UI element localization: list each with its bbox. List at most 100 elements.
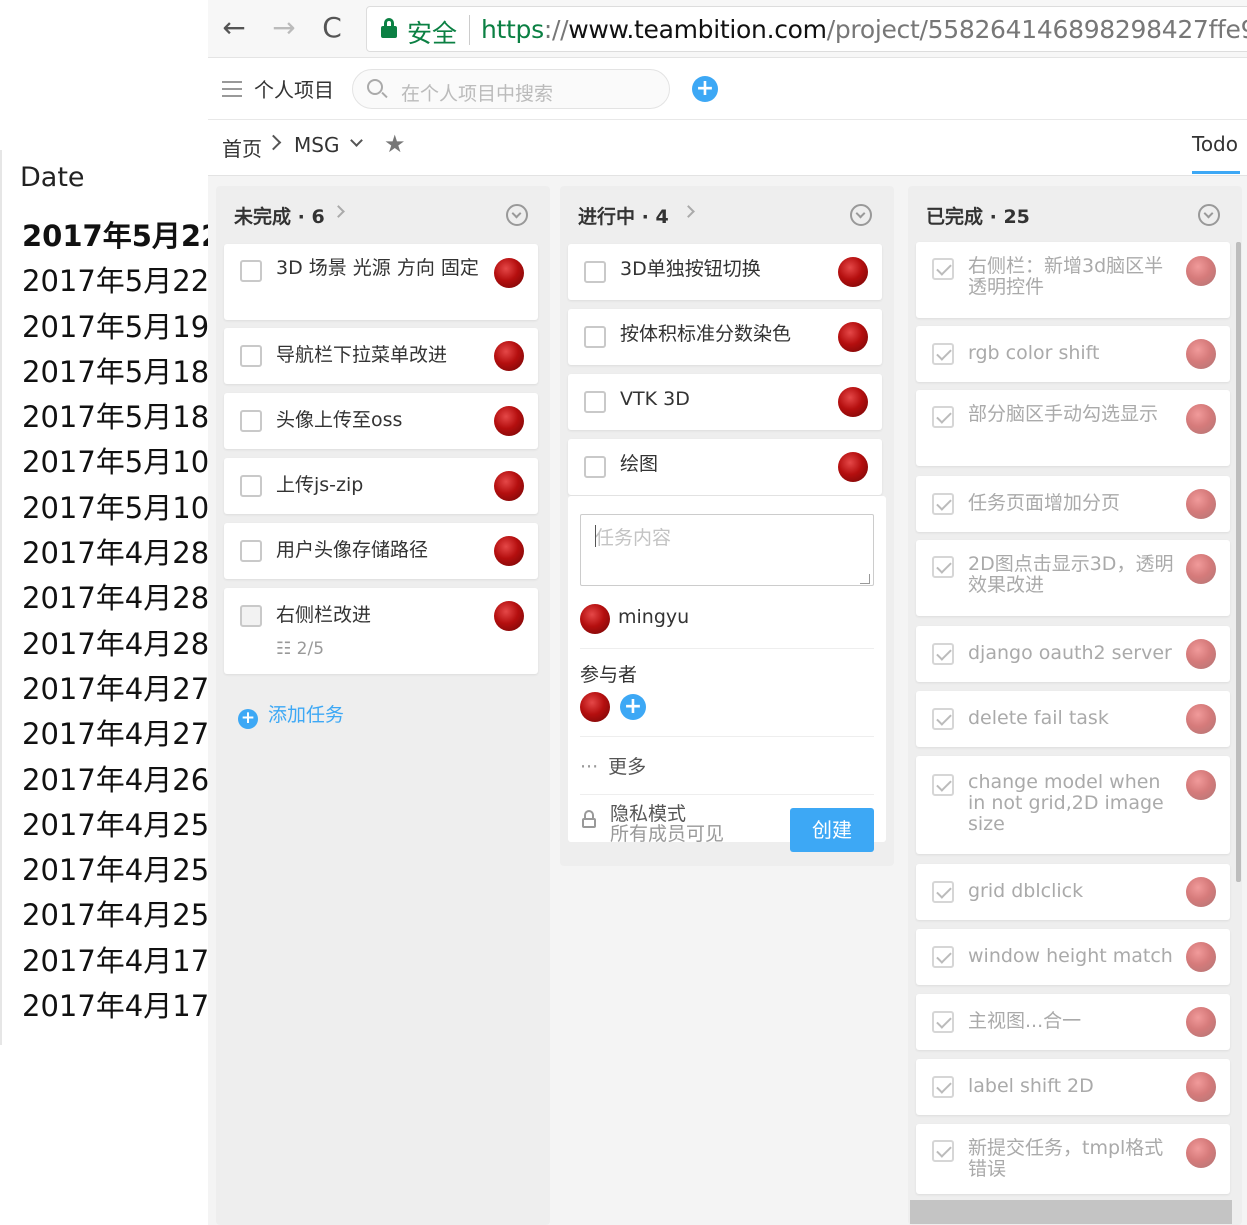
avatar[interactable] <box>494 341 524 371</box>
task-checkbox[interactable] <box>240 540 262 562</box>
vertical-scrollbar[interactable] <box>1236 242 1241 882</box>
task-card[interactable]: 3D 场景 光源 方向 固定 <box>224 244 538 320</box>
date-item[interactable]: 2017年5月10日 <box>22 440 212 485</box>
task-checkbox[interactable] <box>932 1011 954 1033</box>
avatar[interactable] <box>494 536 524 566</box>
avatar[interactable] <box>494 601 524 631</box>
task-card[interactable]: delete fail task <box>916 691 1230 747</box>
task-checkbox[interactable] <box>932 946 954 968</box>
date-item[interactable]: 2017年5月19日 <box>22 305 212 350</box>
create-button[interactable]: 创建 <box>790 808 874 852</box>
column-menu-icon[interactable] <box>506 204 528 226</box>
avatar[interactable] <box>1186 554 1216 584</box>
avatar[interactable] <box>1186 639 1216 669</box>
task-checkbox[interactable] <box>932 1140 954 1162</box>
forward-icon[interactable]: → <box>266 8 302 48</box>
reload-icon[interactable]: C <box>314 8 350 48</box>
date-item[interactable]: 2017年4月28日 <box>22 622 212 667</box>
search-box[interactable]: 在个人项目中搜索 <box>352 69 670 109</box>
task-checkbox[interactable] <box>584 326 606 348</box>
date-item[interactable]: 2017年4月17日 <box>22 984 212 1029</box>
avatar[interactable] <box>1186 942 1216 972</box>
menu-icon[interactable] <box>222 81 242 97</box>
column-menu-icon[interactable] <box>1198 204 1220 226</box>
task-card[interactable]: django oauth2 server <box>916 626 1230 682</box>
date-item[interactable]: 2017年5月22 <box>22 214 212 259</box>
add-button[interactable]: + <box>692 76 718 102</box>
date-item[interactable]: 2017年4月27日 <box>22 712 212 757</box>
task-card[interactable]: change model when in not grid,2D image s… <box>916 756 1230 854</box>
task-card[interactable]: 绘图 <box>568 439 882 495</box>
task-card[interactable]: window height match <box>916 929 1230 985</box>
date-item[interactable]: 2017年4月25日 <box>22 803 212 848</box>
avatar[interactable] <box>838 322 868 352</box>
task-card[interactable]: 部分脑区手动勾选显示 <box>916 390 1230 466</box>
task-checkbox[interactable] <box>932 643 954 665</box>
chevron-right-icon[interactable] <box>682 205 695 218</box>
avatar[interactable] <box>838 387 868 417</box>
task-card[interactable]: 右侧栏改进 ☷ 2/5 <box>224 588 538 674</box>
avatar[interactable] <box>494 471 524 501</box>
task-checkbox[interactable] <box>932 258 954 280</box>
back-icon[interactable]: ← <box>216 8 252 48</box>
date-item[interactable]: 2017年4月26日 <box>22 758 212 803</box>
task-checkbox[interactable] <box>584 391 606 413</box>
url-field[interactable]: 安全 https://www.teambition.com/project/55… <box>366 6 1247 52</box>
avatar[interactable] <box>1186 877 1216 907</box>
date-item[interactable]: 2017年5月18日 <box>22 395 212 440</box>
task-checkbox[interactable] <box>932 774 954 796</box>
more-options-button[interactable]: ··· 更多 <box>580 752 646 779</box>
date-item[interactable]: 2017年5月10日 <box>22 486 212 531</box>
breadcrumb-home[interactable]: 首页 <box>222 133 262 162</box>
executor-name[interactable]: mingyu <box>618 606 689 628</box>
participant-avatar[interactable] <box>580 692 610 722</box>
chevron-right-icon[interactable] <box>332 205 345 218</box>
avatar[interactable] <box>838 452 868 482</box>
avatar[interactable] <box>1186 404 1216 434</box>
lock-icon[interactable] <box>582 810 596 828</box>
privacy-mode-label[interactable]: 隐私模式 <box>610 804 686 824</box>
date-item[interactable]: 2017年4月17日 <box>22 939 212 984</box>
avatar[interactable] <box>494 258 524 288</box>
task-card[interactable]: 上传js-zip <box>224 458 538 514</box>
task-card[interactable]: 2D图点击显示3D，透明效果改进 <box>916 540 1230 616</box>
avatar[interactable] <box>1186 770 1216 800</box>
avatar[interactable] <box>1186 489 1216 519</box>
task-card[interactable]: 用户头像存储路径 <box>224 523 538 579</box>
tab-todo[interactable]: Todo <box>1192 132 1238 156</box>
horizontal-scrollbar[interactable] <box>910 1200 1232 1224</box>
date-item[interactable]: 2017年4月28日 <box>22 576 212 621</box>
task-checkbox[interactable] <box>932 556 954 578</box>
task-checkbox[interactable] <box>932 406 954 428</box>
breadcrumb-project[interactable]: MSG <box>294 133 339 157</box>
task-checkbox[interactable] <box>240 260 262 282</box>
date-item[interactable]: 2017年4月27日 <box>22 667 212 712</box>
star-icon[interactable]: ★ <box>384 130 406 158</box>
task-card[interactable]: label shift 2D <box>916 1059 1230 1115</box>
task-card[interactable]: 头像上传至oss <box>224 393 538 449</box>
task-card[interactable]: 3D单独按钮切换 <box>568 244 882 300</box>
column-menu-icon[interactable] <box>850 204 872 226</box>
column-title[interactable]: 未完成 · 6 <box>234 202 325 229</box>
task-card[interactable]: 按体积标准分数染色 <box>568 309 882 365</box>
app-title[interactable]: 个人项目 <box>254 74 334 103</box>
add-participant-button[interactable]: + <box>620 694 646 720</box>
task-checkbox[interactable] <box>584 261 606 283</box>
avatar[interactable] <box>838 257 868 287</box>
task-checkbox[interactable] <box>932 708 954 730</box>
task-card[interactable]: 导航栏下拉菜单改进 <box>224 328 538 384</box>
task-checkbox[interactable] <box>240 475 262 497</box>
task-content-input[interactable]: 任务内容 <box>580 514 874 586</box>
avatar[interactable] <box>1186 1072 1216 1102</box>
task-card[interactable]: 主视图...合一 <box>916 994 1230 1050</box>
date-item[interactable]: 2017年4月25日 <box>22 848 212 893</box>
resize-handle-icon[interactable] <box>860 574 870 584</box>
executor-avatar[interactable] <box>580 604 610 634</box>
chevron-down-icon[interactable] <box>350 134 363 147</box>
task-checkbox[interactable] <box>932 343 954 365</box>
task-card[interactable]: VTK 3D <box>568 374 882 430</box>
task-checkbox[interactable] <box>240 410 262 432</box>
avatar[interactable] <box>494 406 524 436</box>
add-task-button[interactable]: + 添加任务 <box>238 700 344 729</box>
task-card[interactable]: 任务页面增加分页 <box>916 476 1230 532</box>
